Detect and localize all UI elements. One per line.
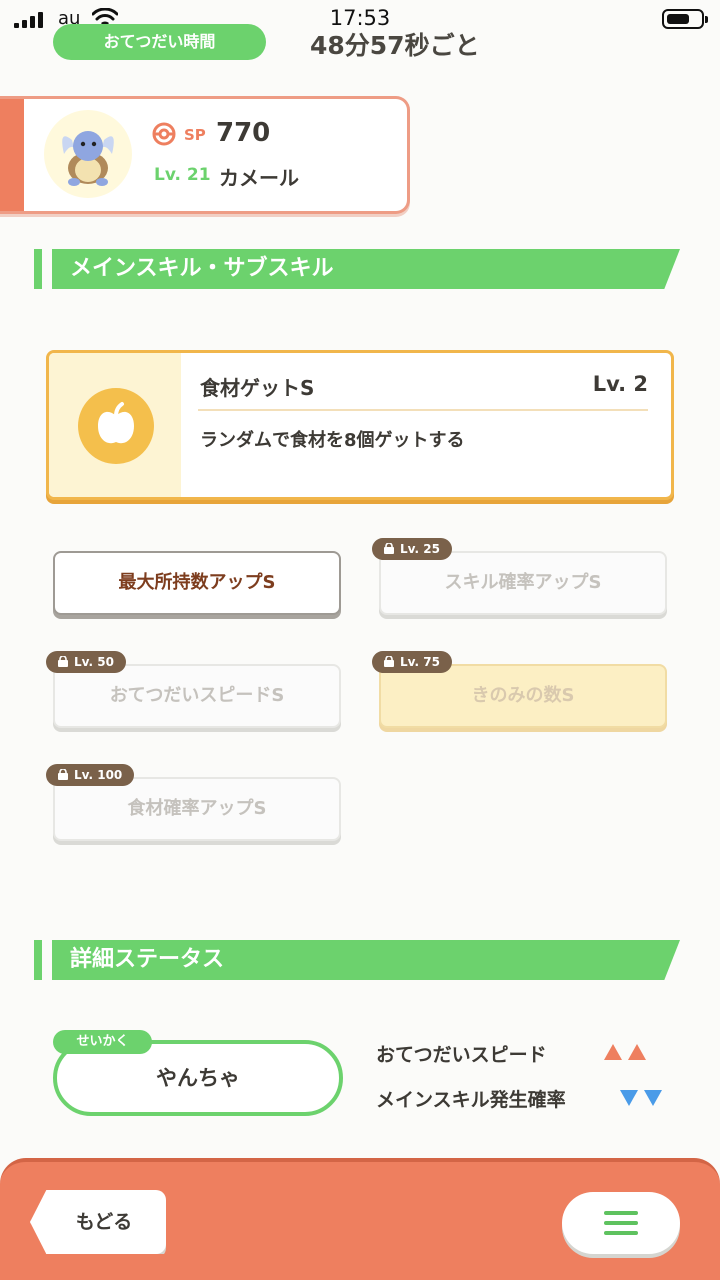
lock-level-tag: Lv. 25 xyxy=(372,538,452,560)
sub-skill-button-4[interactable]: きのみの数S xyxy=(379,664,667,728)
pokeball-icon xyxy=(152,122,176,146)
back-button[interactable]: もどる xyxy=(30,1190,166,1254)
lock-icon xyxy=(58,656,68,667)
lock-level-text: Lv. 25 xyxy=(400,542,440,556)
section-accent xyxy=(34,940,42,980)
details-section-title: 詳細ステータス xyxy=(70,947,225,972)
sp-label: SP xyxy=(184,126,206,144)
sp-value: 770 xyxy=(216,118,271,148)
lock-level-tag: Lv. 100 xyxy=(46,764,135,786)
section-accent xyxy=(34,249,42,289)
pokemon-level: Lv. 21 xyxy=(154,165,211,185)
nature-tag: せいかく xyxy=(53,1030,152,1054)
lock-icon xyxy=(384,656,394,667)
lock-level-text: Lv. 50 xyxy=(74,655,114,669)
divider xyxy=(198,409,648,411)
sub-skill-button-5[interactable]: 食材確率アップS xyxy=(53,777,341,841)
pokemon-avatar xyxy=(44,110,132,198)
skills-section-title: メインスキル・サブスキル xyxy=(70,256,334,281)
lock-level-text: Lv. 75 xyxy=(400,655,440,669)
sub-skill-button-2[interactable]: スキル確率アップS xyxy=(379,551,667,615)
signal-icon xyxy=(14,12,46,28)
arrow-up-icon xyxy=(604,1044,622,1060)
main-skill-description: ランダムで食材を8個ゲットする xyxy=(200,430,465,451)
sub-skill-button-1[interactable]: 最大所持数アップS xyxy=(53,551,341,615)
menu-button[interactable] xyxy=(562,1192,680,1254)
arrow-up-icon xyxy=(628,1044,646,1060)
wartortle-icon xyxy=(62,131,114,186)
arrow-down-icon xyxy=(644,1090,662,1106)
lock-level-tag: Lv. 75 xyxy=(372,651,452,673)
battery-icon xyxy=(662,9,708,29)
help-time-label: おてつだい時間 xyxy=(53,24,266,60)
nature-up-stat: おてつだいスピード xyxy=(376,1044,547,1066)
help-time-value: 48分57秒ごと xyxy=(310,31,480,60)
pokemon-name: カメール xyxy=(219,166,299,190)
sub-skill-button-3[interactable]: おてつだいスピードS xyxy=(53,664,341,728)
arrow-down-icon xyxy=(620,1090,638,1106)
lock-icon xyxy=(384,543,394,554)
main-skill-level: Lv. 2 xyxy=(592,372,648,396)
lock-icon xyxy=(58,769,68,780)
apple-icon xyxy=(78,388,154,464)
main-skill-name: 食材ゲットS xyxy=(200,376,315,400)
lock-level-text: Lv. 100 xyxy=(74,768,123,782)
lock-level-tag: Lv. 50 xyxy=(46,651,126,673)
nature-down-stat: メインスキル発生確率 xyxy=(376,1089,566,1111)
